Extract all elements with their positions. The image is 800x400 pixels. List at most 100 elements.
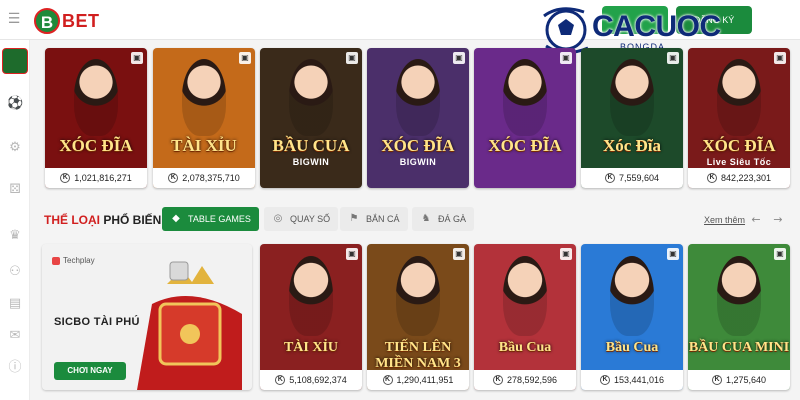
coin-icon: K <box>382 375 393 385</box>
left-sidebar: ⚽ ⚙ ⚄ ♛ ⚇ ▤ ✉ ⓘ <box>0 40 30 400</box>
logo-text: BET <box>62 10 100 31</box>
logo-mark: B <box>34 8 60 34</box>
live-game-6-jackpot: K 7,559,604 <box>581 168 683 188</box>
table-game-5-card[interactable]: ▣ BẦU CUA MINI K 1,275,640 <box>688 244 790 390</box>
document-icon[interactable]: ▤ <box>7 296 23 312</box>
live-game-7-amount: 842,223,301 <box>720 173 772 183</box>
live-game-5-title: XÓC ĐĨA <box>488 136 562 155</box>
live-game-1-art <box>73 59 119 137</box>
favorite-icon[interactable]: ▣ <box>774 52 786 64</box>
table-game-2-art <box>395 255 441 336</box>
live-game-4-subtitle: BIGWIN <box>399 157 437 167</box>
live-game-1-jackpot: K 1,021,816,271 <box>45 168 147 188</box>
live-game-6-title: Xóc Đĩa <box>602 136 662 155</box>
category-bar: THỂ LOẠI PHỔ BIẾN ◆ TABLE GAMES ◎ QUAY S… <box>34 205 794 235</box>
soccer-ball-icon[interactable]: ⚽ <box>7 96 23 112</box>
play-now-button[interactable]: CHƠI NGAY <box>54 362 126 380</box>
favorite-icon[interactable]: ▣ <box>239 52 251 64</box>
featured-game-card[interactable]: Techplay SICBO TÀI PHÚ CHƠI NGAY <box>42 244 252 390</box>
table-game-4-card[interactable]: ▣ Bầu Cua K 153,441,016 <box>581 244 683 390</box>
tab-table-games[interactable]: ◆ TABLE GAMES <box>162 207 259 231</box>
table-game-2-title: TIẾN LÊN MIỀN NAM 3 <box>375 340 461 371</box>
live-game-3-title: BẦU CUA <box>272 136 350 155</box>
add-user-icon[interactable]: ⚇ <box>7 264 23 280</box>
dice-icon[interactable]: ⚄ <box>7 182 23 198</box>
live-game-6-amount: 7,559,604 <box>618 173 660 183</box>
site-logo[interactable]: B BET <box>34 8 100 34</box>
coin-icon: K <box>168 173 179 183</box>
tab-ban-ca[interactable]: ⚑ BẮN CÁ <box>340 207 408 231</box>
chat-icon[interactable]: ✉ <box>7 328 23 344</box>
next-arrow-icon[interactable]: → <box>772 213 784 227</box>
featured-title: SICBO TÀI PHÚ <box>54 316 140 328</box>
gear-circle-icon[interactable]: ⚙ <box>7 140 23 156</box>
section-title: THỂ LOẠI PHỔ BIẾN <box>44 213 161 227</box>
prev-arrow-icon[interactable]: ← <box>750 213 762 227</box>
rooster-icon: ♞ <box>421 213 431 224</box>
live-game-4-art <box>395 59 441 137</box>
live-game-4-title: XÓC ĐĨA <box>381 136 455 155</box>
coin-icon: K <box>275 375 286 385</box>
table-game-2-amount: 1,290,411,951 <box>396 375 454 385</box>
table-game-3-art <box>502 255 548 336</box>
table-game-1-art <box>288 255 334 336</box>
live-game-3-card[interactable]: ▣ BẦU CUA BIGWIN <box>260 48 362 188</box>
live-game-1-card[interactable]: ▣ XÓC ĐĨA K 1,021,816,271 <box>45 48 147 188</box>
live-game-7-subtitle: Live Siêu Tốc <box>706 157 772 167</box>
table-game-3-jackpot: K 278,592,596 <box>474 370 576 390</box>
tab-quay-so[interactable]: ◎ QUAY SỐ <box>264 207 339 231</box>
live-game-7-title: XÓC ĐĨA <box>702 136 776 155</box>
live-game-6-art <box>609 59 655 137</box>
live-game-2-card[interactable]: ▣ TÀI XỈU K 2,078,375,710 <box>153 48 255 188</box>
tab-label: TABLE GAMES <box>188 214 251 224</box>
favorite-icon[interactable]: ▣ <box>667 52 679 64</box>
live-game-5-card[interactable]: ▣ XÓC ĐĨA <box>474 48 576 188</box>
favorite-icon[interactable]: ▣ <box>346 52 358 64</box>
favorite-icon[interactable]: ▣ <box>560 248 572 260</box>
table-game-4-art <box>609 255 655 336</box>
coin-icon: K <box>711 375 722 385</box>
provider-logo-icon <box>52 256 60 265</box>
info-icon[interactable]: ⓘ <box>7 360 23 376</box>
live-game-7-jackpot: K 842,223,301 <box>688 168 790 188</box>
favorite-icon[interactable]: ▣ <box>667 248 679 260</box>
table-game-5-art <box>716 255 762 336</box>
live-game-6-card[interactable]: ▣ Xóc Đĩa K 7,559,604 <box>581 48 683 188</box>
table-game-2-jackpot: K 1,290,411,951 <box>367 370 469 390</box>
live-game-3-art <box>288 59 334 137</box>
table-game-1-title: TÀI XỈU <box>283 340 339 355</box>
table-game-4-amount: 153,441,016 <box>613 375 665 385</box>
lottery-icon: ◎ <box>273 213 283 224</box>
crown-icon[interactable]: ♛ <box>7 228 23 244</box>
live-game-7-card[interactable]: ▣ XÓC ĐĨA Live Siêu Tốc K 842,223,301 <box>688 48 790 188</box>
provider-label: Techplay <box>52 256 95 265</box>
see-more-link[interactable]: Xem thêm <box>704 215 745 225</box>
coin-icon: K <box>599 375 610 385</box>
page: ☰ B BET ĐĂNG KÝ CACUOC BONGDA ⚽ ⚙ ⚄ ♛ ⚇ … <box>0 0 800 400</box>
table-game-1-card[interactable]: ▣ TÀI XỈU K 5,108,692,374 <box>260 244 362 390</box>
table-game-1-amount: 5,108,692,374 <box>289 375 347 385</box>
table-game-3-title: Bầu Cua <box>498 340 552 355</box>
table-game-3-card[interactable]: ▣ Bầu Cua K 278,592,596 <box>474 244 576 390</box>
table-game-4-title: Bầu Cua <box>605 340 659 355</box>
favorite-icon[interactable]: ▣ <box>453 52 465 64</box>
provider-name: Techplay <box>63 256 95 265</box>
live-game-4-card[interactable]: ▣ XÓC ĐĨA BIGWIN <box>367 48 469 188</box>
live-game-1-title: XÓC ĐĨA <box>59 136 133 155</box>
menu-toggle-icon[interactable]: ☰ <box>6 11 22 27</box>
live-game-3-subtitle: BIGWIN <box>292 157 330 167</box>
live-game-2-jackpot: K 2,078,375,710 <box>153 168 255 188</box>
live-game-2-title: TÀI XỈU <box>171 136 237 155</box>
tab-label: QUAY SỐ <box>290 214 331 224</box>
live-game-7-art <box>716 59 762 137</box>
favorite-icon[interactable]: ▣ <box>131 52 143 64</box>
user-avatar[interactable] <box>2 48 28 74</box>
tab-da-ga[interactable]: ♞ ĐÁ GÀ <box>412 207 475 231</box>
favorite-icon[interactable]: ▣ <box>774 248 786 260</box>
table-game-2-card[interactable]: ▣ TIẾN LÊN MIỀN NAM 3 K 1,290,411,951 <box>367 244 469 390</box>
favorite-icon[interactable]: ▣ <box>560 52 572 64</box>
fish-icon: ⚑ <box>349 213 359 224</box>
favorite-icon[interactable]: ▣ <box>453 248 465 260</box>
favorite-icon[interactable]: ▣ <box>346 248 358 260</box>
live-game-2-art <box>181 59 227 137</box>
